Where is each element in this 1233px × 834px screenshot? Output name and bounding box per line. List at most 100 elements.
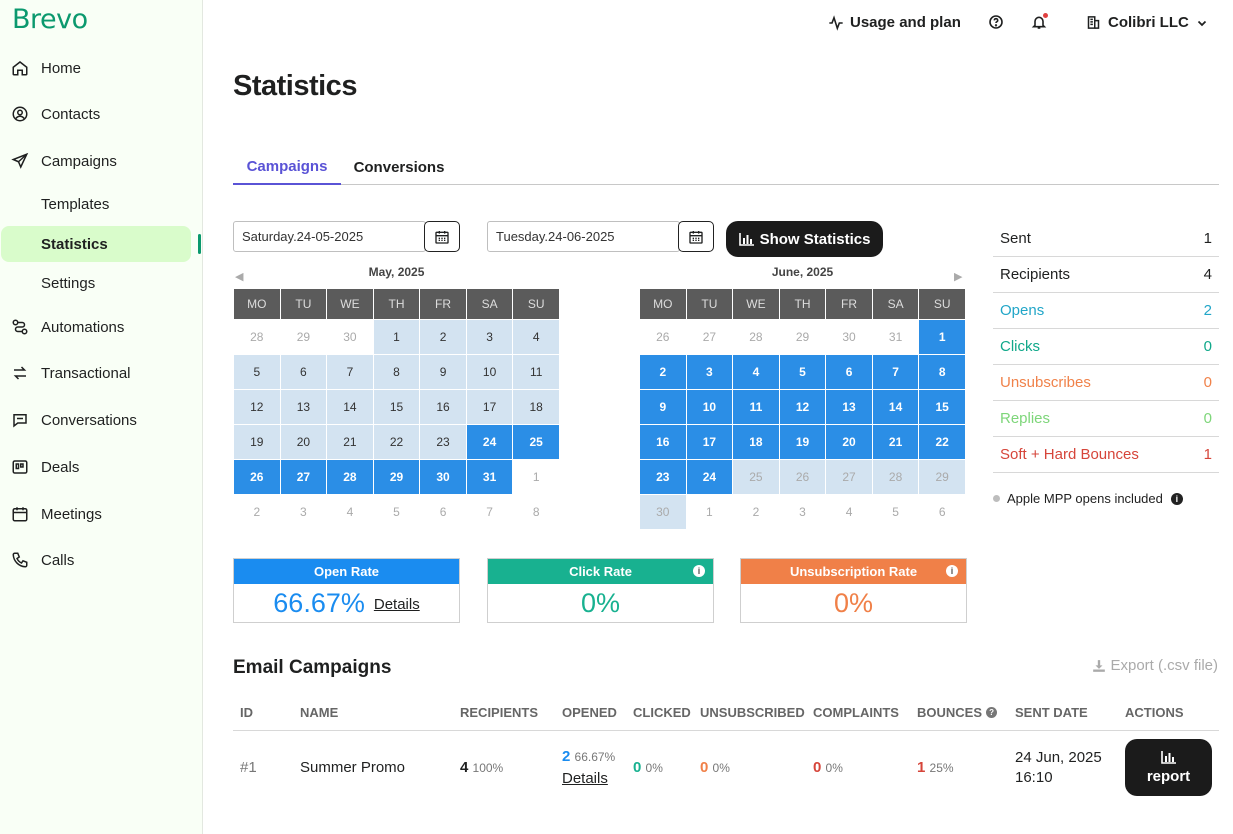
sidebar-item-automations[interactable]: Automations xyxy=(10,309,124,345)
calendar-day[interactable]: 6 xyxy=(420,495,466,529)
calendar-day[interactable]: 5 xyxy=(779,355,826,389)
brevo-logo[interactable]: Brevo xyxy=(12,4,88,35)
calendar-day[interactable]: 8 xyxy=(373,355,420,389)
calendar-day[interactable]: 13 xyxy=(826,390,872,424)
open-rate-details-link[interactable]: Details xyxy=(374,596,420,613)
calendar-day[interactable]: 30 xyxy=(640,495,686,529)
calendar-day[interactable]: 29 xyxy=(281,320,327,354)
calendar-day[interactable]: 6 xyxy=(826,355,872,389)
calendar-day[interactable]: 15 xyxy=(373,390,420,424)
calendar-day[interactable]: 22 xyxy=(373,425,420,459)
calendar-day[interactable]: 3 xyxy=(281,495,327,529)
calendar-day[interactable]: 5 xyxy=(873,495,919,529)
calendar-day[interactable]: 4 xyxy=(733,355,779,389)
calendar-day[interactable]: 28 xyxy=(234,320,280,354)
calendar-day[interactable]: 1 xyxy=(687,495,733,529)
calendar-day[interactable]: 17 xyxy=(466,390,513,424)
calendar-day[interactable]: 31 xyxy=(873,320,919,354)
calendar-day[interactable]: 10 xyxy=(686,390,733,424)
calendar-day[interactable]: 4 xyxy=(513,320,559,354)
calendar-day[interactable]: 12 xyxy=(234,390,280,424)
calendar-day[interactable]: 7 xyxy=(872,355,919,389)
calendar-day[interactable]: 8 xyxy=(513,495,559,529)
info-icon[interactable]: i xyxy=(693,565,705,577)
sidebar-item-statistics[interactable]: Statistics xyxy=(41,226,108,262)
calendar-day[interactable]: 25 xyxy=(513,425,559,459)
calendar-day[interactable]: 28 xyxy=(733,320,779,354)
calendar-day[interactable]: 3 xyxy=(466,320,513,354)
calendar-day[interactable]: 11 xyxy=(733,390,779,424)
calendar-day[interactable]: 6 xyxy=(919,495,965,529)
calendar-day[interactable]: 2 xyxy=(640,355,686,389)
column-header-opened[interactable]: OPENED xyxy=(562,705,617,720)
calendar-day[interactable]: 9 xyxy=(640,390,686,424)
column-header-id[interactable]: ID xyxy=(240,705,253,720)
column-header-clicked[interactable]: CLICKED xyxy=(633,705,691,720)
calendar-day[interactable]: 27 xyxy=(687,320,733,354)
opened-details-link[interactable]: Details xyxy=(562,770,608,787)
calendar-day[interactable]: 2 xyxy=(234,495,280,529)
start-date-picker-button[interactable] xyxy=(424,221,460,252)
calendar-day[interactable]: 20 xyxy=(826,425,872,459)
sidebar-item-deals[interactable]: Deals xyxy=(10,449,79,485)
calendar-day[interactable]: 2 xyxy=(420,320,466,354)
sidebar-item-conversations[interactable]: Conversations xyxy=(10,402,137,438)
end-date-input[interactable]: Tuesday.24-06-2025 xyxy=(487,221,680,252)
column-header-sent-date[interactable]: SENT DATE xyxy=(1015,705,1088,720)
column-header-name[interactable]: NAME xyxy=(300,705,338,720)
column-header-bounces[interactable]: BOUNCES ? xyxy=(917,705,998,720)
sidebar-item-settings[interactable]: Settings xyxy=(41,265,95,301)
calendar-day[interactable]: 30 xyxy=(420,460,466,494)
notifications-button[interactable] xyxy=(1031,13,1048,30)
calendar-day[interactable]: 10 xyxy=(466,355,513,389)
calendar-day[interactable]: 24 xyxy=(686,460,733,494)
calendar-day[interactable]: 6 xyxy=(280,355,327,389)
account-menu[interactable]: Colibri LLC xyxy=(1086,14,1208,31)
calendar-day[interactable]: 14 xyxy=(872,390,919,424)
calendar-day[interactable]: 2 xyxy=(733,495,779,529)
calendar-day[interactable]: 5 xyxy=(234,355,280,389)
help-icon[interactable]: ? xyxy=(986,707,998,718)
calendar-day[interactable]: 5 xyxy=(374,495,420,529)
usage-and-plan-link[interactable]: Usage and plan xyxy=(828,14,961,31)
calendar-day[interactable]: 3 xyxy=(780,495,826,529)
column-header-unsubscribed[interactable]: UNSUBSCRIBED xyxy=(700,705,805,720)
calendar-day[interactable]: 23 xyxy=(420,425,466,459)
calendar-day[interactable]: 7 xyxy=(467,495,513,529)
calendar-day[interactable]: 9 xyxy=(420,355,466,389)
calendar-day[interactable]: 17 xyxy=(686,425,733,459)
calendar-day[interactable]: 26 xyxy=(234,460,280,494)
calendar-day[interactable]: 29 xyxy=(373,460,420,494)
calendar-day[interactable]: 13 xyxy=(280,390,327,424)
calendar-day[interactable]: 28 xyxy=(327,460,373,494)
calendar-day[interactable]: 3 xyxy=(686,355,733,389)
calendar-day[interactable]: 18 xyxy=(513,390,559,424)
sidebar-item-campaigns[interactable]: Campaigns xyxy=(10,143,117,179)
calendar-day[interactable]: 18 xyxy=(733,425,779,459)
help-button[interactable] xyxy=(988,14,1004,30)
calendar-day[interactable]: 26 xyxy=(640,320,686,354)
calendar-day[interactable]: 7 xyxy=(327,355,373,389)
info-icon[interactable]: i xyxy=(1170,492,1183,505)
calendar-day[interactable]: 4 xyxy=(327,495,373,529)
calendar-day[interactable]: 27 xyxy=(280,460,327,494)
info-icon[interactable]: i xyxy=(946,565,958,577)
calendar-day[interactable]: 26 xyxy=(779,460,826,494)
column-header-complaints[interactable]: COMPLAINTS xyxy=(813,705,899,720)
calendar-day[interactable]: 11 xyxy=(513,355,559,389)
calendar-day[interactable]: 16 xyxy=(420,390,466,424)
calendar-day[interactable]: 19 xyxy=(234,425,280,459)
campaign-name[interactable]: Summer Promo xyxy=(300,759,405,776)
sidebar-item-home[interactable]: Home xyxy=(10,50,81,86)
tab-conversions[interactable]: Conversions xyxy=(345,150,453,185)
calendar-day[interactable]: 31 xyxy=(466,460,513,494)
calendar-day[interactable]: 30 xyxy=(826,320,872,354)
calendar-day[interactable]: 19 xyxy=(779,425,826,459)
calendar-day[interactable]: 12 xyxy=(779,390,826,424)
calendar-day[interactable]: 21 xyxy=(872,425,919,459)
calendar-day[interactable]: 30 xyxy=(327,320,373,354)
calendar-day[interactable]: 14 xyxy=(327,390,373,424)
calendar-day[interactable]: 23 xyxy=(640,460,686,494)
calendar-day[interactable]: 24 xyxy=(466,425,513,459)
calendar-day[interactable]: 27 xyxy=(826,460,872,494)
